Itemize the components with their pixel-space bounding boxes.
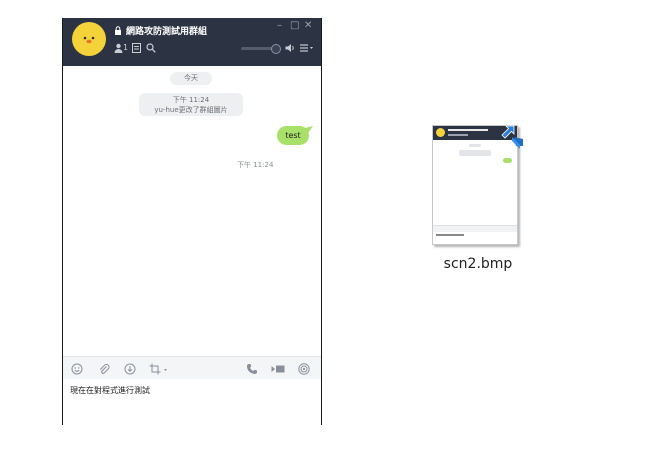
phone-icon[interactable]	[246, 363, 258, 375]
message-time: 下午 11:24	[237, 161, 274, 169]
system-message-time: 下午 11:24	[172, 96, 210, 104]
menu-icon[interactable]	[300, 43, 314, 53]
avatar-face-icon	[83, 36, 95, 44]
crop-icon[interactable]	[149, 363, 169, 375]
system-message: 下午 11:24 yu-hue更改了群組圖片	[139, 93, 243, 116]
shortcut-arrow-icon	[501, 125, 523, 149]
minimize-button[interactable]: –	[277, 21, 282, 31]
download-icon[interactable]	[124, 363, 136, 375]
speaker-icon[interactable]	[285, 43, 296, 53]
thumbnail-bubble	[503, 158, 512, 163]
thumbnail-title	[448, 129, 488, 131]
thumbnail-toolbar	[433, 225, 517, 232]
thumbnail-input	[436, 234, 464, 236]
volume-slider-knob[interactable]	[271, 44, 281, 54]
message-input-text[interactable]: 現在在對程式進行測試	[70, 385, 150, 396]
close-button[interactable]: ✕	[304, 21, 312, 31]
volume-slider[interactable]	[241, 47, 275, 50]
message-input[interactable]: 現在在對程式進行測試	[63, 379, 321, 425]
video-icon[interactable]	[271, 363, 285, 375]
emoji-icon[interactable]	[71, 363, 83, 375]
date-separator: 今天	[170, 72, 212, 85]
group-avatar[interactable]	[72, 22, 106, 56]
attach-icon[interactable]	[98, 363, 110, 375]
thumbnail-system-message	[459, 150, 491, 156]
chat-header: 網路攻防測試用群組 – □ ✕ 1	[63, 18, 321, 66]
member-icon[interactable]	[114, 43, 123, 53]
message-bubble[interactable]: test	[277, 126, 309, 145]
thumbnail-avatar	[436, 128, 445, 137]
broadcast-icon[interactable]	[298, 363, 310, 375]
chat-area[interactable]: 今天 下午 11:24 yu-hue更改了群組圖片 下午 11:24 test	[63, 66, 321, 356]
member-count: 1	[123, 43, 129, 52]
desktop-file-item[interactable]: scn2.bmp	[418, 125, 538, 275]
chat-window: 網路攻防測試用群組 – □ ✕ 1 今天 下午 11:24 yu-hue更改了群…	[62, 18, 322, 425]
system-message-text: yu-hue更改了群組圖片	[154, 106, 228, 114]
search-icon[interactable]	[146, 43, 156, 53]
group-title: 網路攻防測試用群組	[126, 27, 208, 37]
album-icon[interactable]	[132, 43, 141, 53]
file-name[interactable]: scn2.bmp	[418, 256, 538, 272]
lock-icon	[115, 26, 121, 35]
thumbnail-subtitle	[448, 134, 468, 136]
maximize-button[interactable]: □	[290, 21, 299, 31]
thumbnail-date-pill	[469, 144, 481, 147]
chat-toolbar	[63, 356, 321, 380]
